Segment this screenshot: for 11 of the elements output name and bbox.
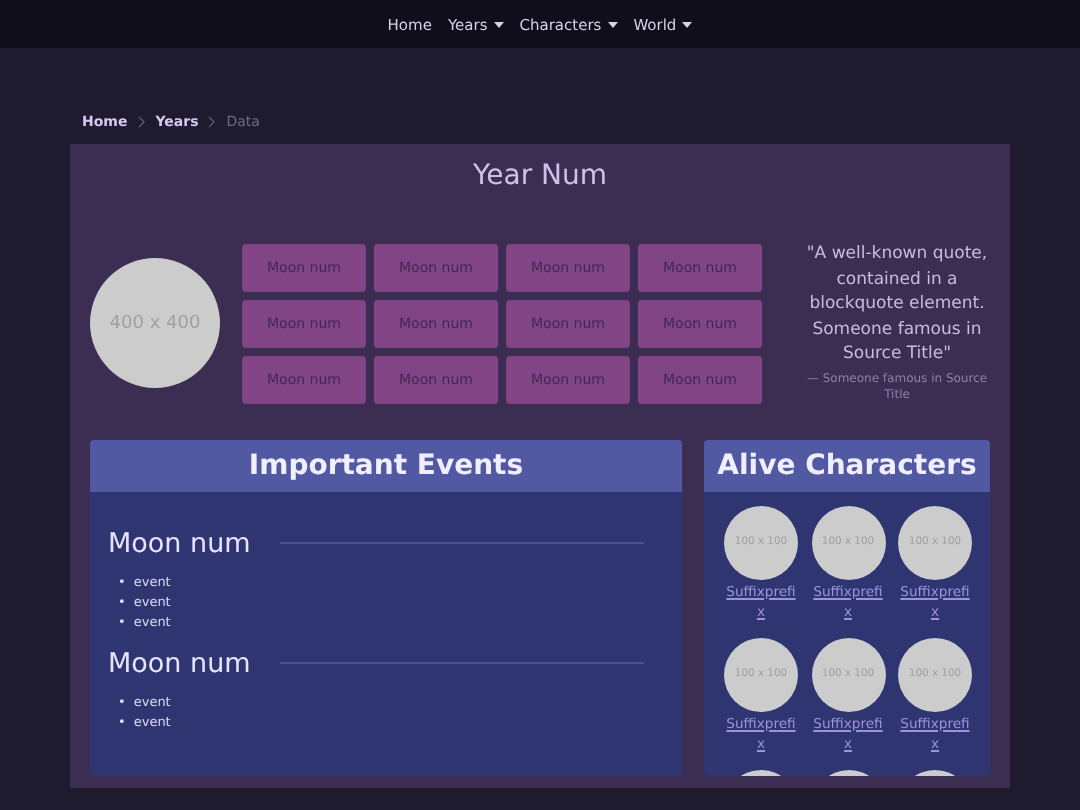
quote-text: "A well-known quote, contained in a blockquote element. Someone famous in Source Title" [804, 242, 990, 367]
moon-heading: Moon num [108, 647, 251, 679]
caret-icon [682, 21, 693, 27]
chevron-icon [208, 116, 217, 128]
card-title: Important Events [90, 439, 682, 491]
caret-icon [607, 21, 618, 27]
moon-heading: Moon num [108, 527, 251, 559]
chevron-icon [137, 116, 146, 128]
caret-icon [493, 21, 504, 27]
year-title: Year Num [470, 160, 610, 196]
card-title: Alive Characters [704, 439, 990, 491]
